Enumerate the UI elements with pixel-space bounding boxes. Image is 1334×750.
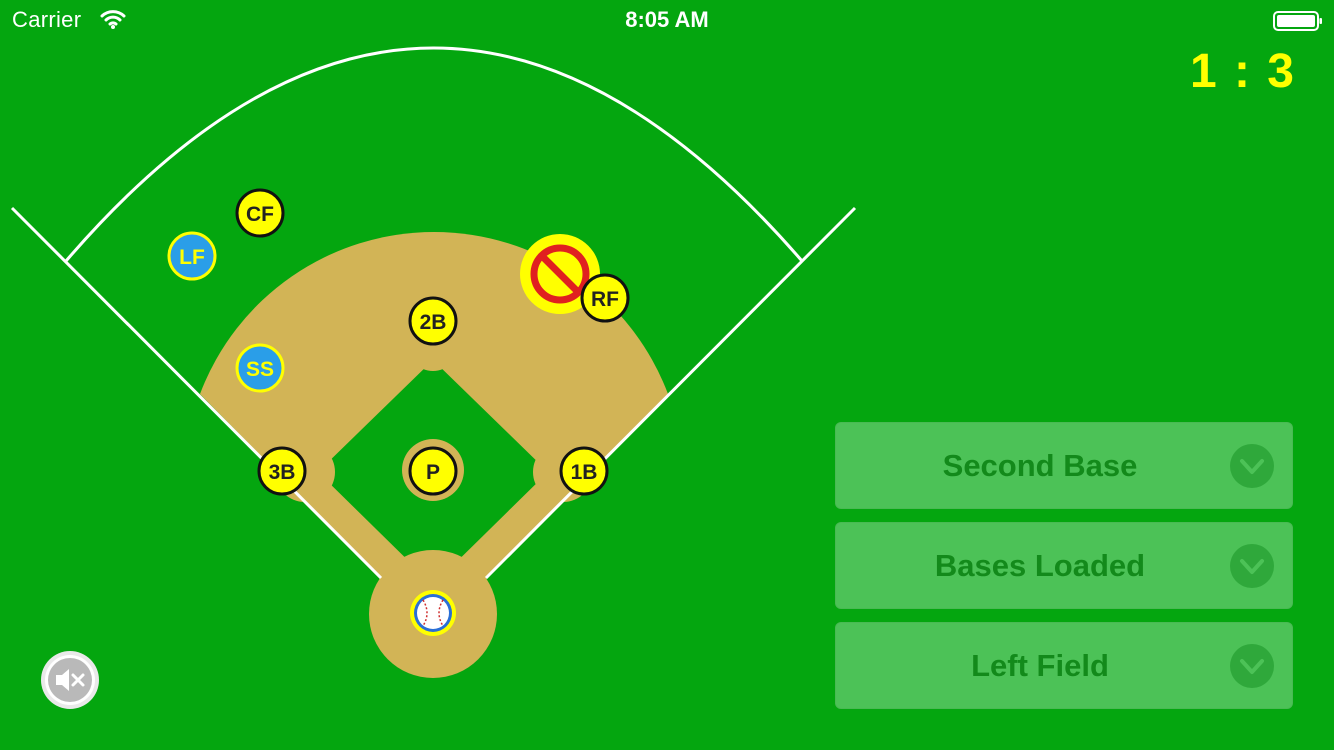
outfield-fence [64, 46, 804, 262]
fielder-2b[interactable]: 2B [408, 296, 458, 346]
battery-icon [1273, 11, 1322, 31]
fielder-p-label: P [426, 461, 440, 484]
option-label: Left Field [971, 648, 1109, 683]
fielder-2b-label: 2B [420, 311, 447, 334]
fielder-cf-label: CF [246, 203, 274, 226]
fielder-rf[interactable]: RF [580, 273, 630, 323]
fielder-rf-label: RF [591, 288, 619, 311]
fielder-p[interactable]: P [408, 446, 458, 496]
fielder-1b-label: 1B [571, 461, 598, 484]
baseball-field: CF LF SS 2B 3B P 1B RF [10, 46, 857, 678]
fielder-3b[interactable]: 3B [257, 446, 307, 496]
fielder-cf[interactable]: CF [235, 188, 285, 238]
chevron-down-icon [1230, 444, 1274, 488]
mute-button[interactable] [40, 650, 100, 710]
fielder-lf[interactable]: LF [167, 231, 217, 281]
score-display: 1 : 3 [1189, 45, 1296, 98]
fielder-ss[interactable]: SS [235, 343, 285, 393]
fielder-lf-label: LF [179, 246, 205, 269]
option-label: Bases Loaded [934, 548, 1146, 583]
game-screen: Carrier 8:05 AM 1 : 3 CF LF SS 2B 3B P 1… [0, 0, 1334, 750]
chevron-down-icon [1230, 644, 1274, 688]
fielder-3b-label: 3B [269, 461, 296, 484]
baseball-icon[interactable] [410, 590, 456, 636]
option-left-field-button[interactable]: Left Field [835, 622, 1293, 709]
option-bases-loaded-button[interactable]: Bases Loaded [835, 522, 1293, 609]
chevron-down-icon [1230, 544, 1274, 588]
fielder-ss-label: SS [246, 358, 274, 381]
option-second-base-button[interactable]: Second Base [835, 422, 1293, 509]
fielder-1b[interactable]: 1B [559, 446, 609, 496]
speaker-muted-icon [41, 651, 99, 709]
option-label: Second Base [942, 448, 1138, 483]
